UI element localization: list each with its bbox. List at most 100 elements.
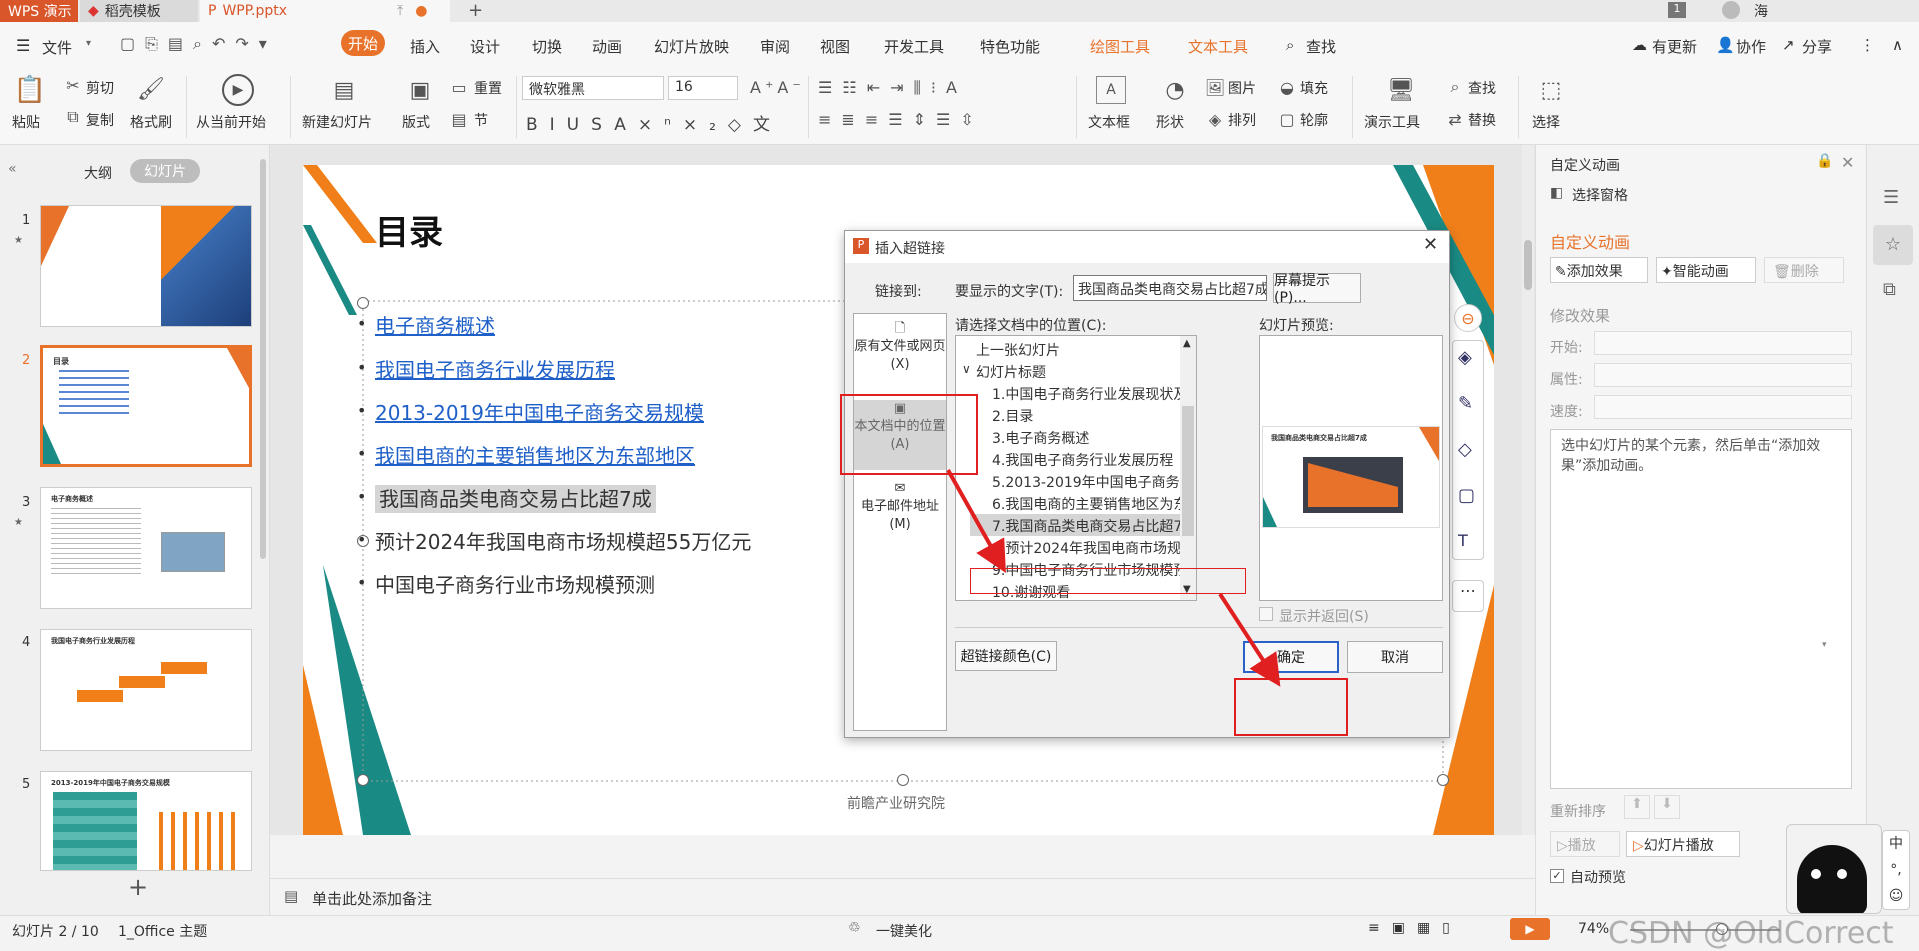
tab-home[interactable]: 开始 xyxy=(341,30,385,56)
tree-item-selected[interactable]: 7.我国商品类电商交易占比超7成 xyxy=(992,516,1196,536)
frame-icon[interactable]: ▢ xyxy=(1458,485,1475,506)
notes-pane[interactable]: ▤ 单击此处添加备注 xyxy=(270,878,1535,914)
bullet-item[interactable]: • 预计2024年我国电商市场规模超55万亿元 xyxy=(357,526,751,555)
bullet-item[interactable]: • 中国电子商务行业市场规模预测 xyxy=(357,569,655,598)
collapse-float-icon[interactable]: ⊖ xyxy=(1454,304,1482,332)
section-icon[interactable]: ▤ xyxy=(450,110,468,129)
bullet-item[interactable]: • 电子商务概述 xyxy=(357,310,495,339)
animation-star-icon[interactable]: ☆ xyxy=(1873,225,1913,265)
cut-icon[interactable]: ✂ xyxy=(64,76,82,95)
replace-icon[interactable]: ⇄ xyxy=(1446,110,1464,129)
slide-thumbnail-selected[interactable]: 目录 xyxy=(40,345,252,467)
text-box-icon[interactable]: A xyxy=(1096,76,1126,104)
tab-slides[interactable]: 幻灯片 xyxy=(130,159,200,183)
select-button[interactable]: 选择 xyxy=(1532,112,1560,132)
present-tools-icon[interactable]: 🖥 xyxy=(1386,76,1416,104)
play-button[interactable]: ▷播放 xyxy=(1550,831,1620,857)
format-painter-button[interactable]: 格式刷 xyxy=(130,112,172,132)
select-pane-link[interactable]: 选择窗格 xyxy=(1572,185,1628,205)
resize-handle[interactable] xyxy=(897,774,909,786)
slide-thumbnail[interactable]: 我国电子商务行业发展历程 xyxy=(40,629,252,751)
bullet-text-selected[interactable]: 我国商品类电商交易占比超7成 xyxy=(375,485,656,513)
outline-icon[interactable]: ▢ xyxy=(1278,110,1296,129)
resize-handle[interactable] xyxy=(1437,774,1449,786)
update-button[interactable]: 有更新 xyxy=(1652,36,1697,57)
layers-icon[interactable]: ◈ xyxy=(1458,347,1472,368)
settings-sliders-icon[interactable]: ☰ xyxy=(1883,187,1899,208)
copy-icon[interactable]: ⧉ xyxy=(64,107,82,126)
outline-button[interactable]: 轮廓 xyxy=(1300,110,1328,130)
tab-review[interactable]: 审阅 xyxy=(760,36,790,57)
play-slideshow-icon[interactable]: ▶ xyxy=(1510,918,1550,940)
fill-bucket-icon[interactable]: ◇ xyxy=(1458,439,1472,460)
shape-button[interactable]: 形状 xyxy=(1156,112,1184,132)
zoom-level[interactable]: 74% xyxy=(1578,921,1609,937)
tab-slideshow[interactable]: 幻灯片放映 xyxy=(654,36,729,57)
bullet-item[interactable]: • 2013-2019年中国电子商务交易规模 xyxy=(357,397,704,426)
bullet-link[interactable]: 我国电子商务行业发展历程 xyxy=(375,358,615,382)
tab-design[interactable]: 设计 xyxy=(470,36,500,57)
paste-button[interactable]: 粘贴 xyxy=(12,112,40,132)
search-menu[interactable]: 查找 xyxy=(1306,36,1336,57)
tree-item[interactable]: 上一张幻灯片 xyxy=(976,340,1060,360)
search-icon[interactable]: ⌕ xyxy=(1286,36,1294,54)
arrange-icon[interactable]: ◈ xyxy=(1206,110,1224,129)
location-tree[interactable]: 上一张幻灯片 ∨ 幻灯片标题 1.中国电子商务行业发展现状及... 2.目录 3… xyxy=(955,335,1197,601)
tab-wps[interactable]: WPS 演示 xyxy=(0,0,78,22)
more-icon[interactable]: ⋮ xyxy=(1860,36,1875,54)
tab-animation[interactable]: 动画 xyxy=(592,36,622,57)
pen-icon[interactable]: ✎ xyxy=(1458,393,1473,414)
collapse-pane-icon[interactable]: « xyxy=(8,161,17,177)
reset-button[interactable]: 重置 xyxy=(474,78,502,98)
replace-button[interactable]: 替换 xyxy=(1468,110,1496,130)
cut-button[interactable]: 剪切 xyxy=(86,78,114,98)
slideshow-button[interactable]: ▷幻灯片播放 xyxy=(1626,831,1740,857)
tree-item[interactable]: 1.中国电子商务行业发展现状及... xyxy=(992,384,1196,404)
animation-list[interactable]: 选中幻灯片的某个元素，然后单击“添加效果”添加动画。 xyxy=(1550,429,1852,789)
picture-button[interactable]: 图片 xyxy=(1228,78,1256,98)
scrollbar-thumb[interactable] xyxy=(1182,406,1194,536)
tab-transition[interactable]: 切换 xyxy=(532,36,562,57)
share-icon[interactable]: ↗ xyxy=(1782,36,1795,54)
tab-outline[interactable]: 大纲 xyxy=(84,163,112,183)
share-button[interactable]: 分享 xyxy=(1802,36,1832,57)
smart-animation-button[interactable]: ✦智能动画 xyxy=(1656,257,1756,283)
fill-icon[interactable]: ◒ xyxy=(1278,78,1296,97)
bullet-item-selected[interactable]: • 我国商品类电商交易占比超7成 xyxy=(357,483,656,513)
scroll-down-icon[interactable]: ▾ xyxy=(1822,640,1832,656)
tree-item[interactable]: 2.目录 xyxy=(992,406,1033,426)
ime-mode[interactable]: 中 xyxy=(1883,831,1909,857)
start-select[interactable] xyxy=(1594,331,1852,355)
tab-developer[interactable]: 开发工具 xyxy=(884,36,944,57)
ok-button[interactable]: 确定 xyxy=(1243,641,1339,673)
section-button[interactable]: 节 xyxy=(474,110,488,130)
slide-thumbnail[interactable]: 电子商务概述 xyxy=(40,487,252,609)
font-family-select[interactable]: 微软雅黑 xyxy=(522,76,664,100)
paste-icon[interactable]: 📋 xyxy=(14,74,46,106)
tree-item[interactable]: 5.2013-2019年中国电子商务交... xyxy=(992,472,1196,492)
present-tools-button[interactable]: 演示工具 xyxy=(1364,112,1420,132)
chevron-down-icon[interactable]: ∨ xyxy=(962,362,971,376)
collapse-ribbon-icon[interactable]: ∧ xyxy=(1892,36,1903,54)
ime-toolbar[interactable]: 中 °, ☺ xyxy=(1882,830,1910,910)
tree-item[interactable]: 6.我国电商的主要销售地区为东... xyxy=(992,494,1196,514)
screentip-button[interactable]: 屏幕提示(P)... xyxy=(1273,273,1361,306)
display-text-input[interactable]: 我国商品类电商交易占比超7成 xyxy=(1073,275,1267,301)
theme-name[interactable]: 1_Office 主题 xyxy=(118,921,207,941)
find-button[interactable]: 查找 xyxy=(1468,78,1496,98)
slide-thumbnail[interactable]: 2013-2019年中国电子商务交易规模 xyxy=(40,771,252,871)
slide-title[interactable]: 目录 xyxy=(375,205,443,254)
quick-access-icons[interactable]: ▢⎘▤⌕↶↷▾ xyxy=(120,34,277,54)
option-existing-file[interactable]: 🗋 原有文件或网页(X) xyxy=(854,320,946,390)
find-icon[interactable]: ⌕ xyxy=(1446,77,1464,96)
bullet-link[interactable]: 电子商务概述 xyxy=(375,314,495,338)
tree-item[interactable]: 4.我国电子商务行业发展历程 xyxy=(992,450,1173,470)
list-icons[interactable]: ☰☷⇤⇥⫼⁝A xyxy=(818,78,967,98)
tree-scrollbar[interactable]: ▲ ▼ xyxy=(1180,336,1196,600)
text-style-icons[interactable]: BIUSA×ⁿ×₂◇文 xyxy=(526,110,782,135)
resize-handle[interactable] xyxy=(357,774,369,786)
tab-wpp[interactable]: P WPP.pptx ⤒ ● xyxy=(200,0,450,22)
show-return-checkbox[interactable] xyxy=(1259,607,1273,621)
avatar[interactable] xyxy=(1722,1,1740,19)
tab-insert[interactable]: 插入 xyxy=(410,36,440,57)
